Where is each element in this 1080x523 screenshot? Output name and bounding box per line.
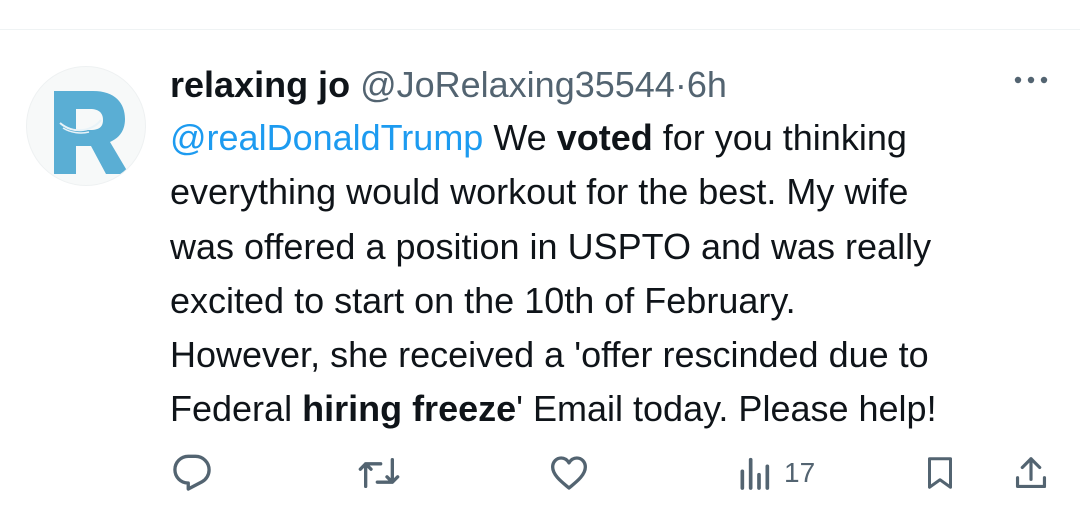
- tweet-time[interactable]: 6h: [687, 64, 727, 105]
- bookmark-button[interactable]: [922, 445, 958, 501]
- avatar[interactable]: [26, 66, 146, 186]
- tweet-text-segment: Federal: [170, 388, 303, 430]
- tweet-line-6: Federal hiring freeze' Email today. Plea…: [170, 382, 1060, 436]
- tweet-line-3: was offered a position in USPTO and was …: [170, 225, 932, 267]
- tweet-text-segment: ' Email today. Please help!: [516, 388, 937, 430]
- tweet-line-2: everything would workout for the best. M…: [170, 171, 909, 213]
- separator-dot: ·: [674, 64, 687, 105]
- views-bar-chart-icon: [740, 457, 770, 490]
- reply-icon: [173, 454, 211, 491]
- tweet-text-bold: voted: [556, 117, 653, 158]
- tweet-text-bold: hiring freeze: [302, 388, 517, 430]
- reply-button[interactable]: [172, 445, 212, 501]
- top-divider: [0, 29, 1080, 30]
- mention-link[interactable]: @realDonaldTrump: [170, 117, 483, 158]
- views-button[interactable]: 17: [734, 445, 815, 501]
- more-button[interactable]: [1010, 64, 1052, 96]
- tweet-text-segment: for you thinking: [652, 117, 907, 158]
- tweet-line-5: However, she received a 'offer rescinded…: [170, 334, 929, 376]
- more-dots-icon: [1014, 76, 1048, 84]
- like-button[interactable]: [548, 445, 590, 501]
- tweet-line-4: excited to start on the 10th of February…: [170, 279, 796, 321]
- retweet-button[interactable]: [357, 445, 401, 501]
- letter-r-logo-icon: [54, 91, 129, 174]
- retweet-icon: [358, 458, 400, 488]
- author-name[interactable]: relaxing jo: [170, 64, 350, 105]
- views-count: 17: [784, 457, 816, 488]
- tweet-text: @realDonaldTrump We voted for you thinki…: [170, 111, 1060, 437]
- bookmark-icon: [928, 457, 952, 489]
- tweet-actions: 17: [0, 445, 1080, 501]
- tweet-line-1: @realDonaldTrump We voted for you thinki…: [170, 111, 1060, 165]
- heart-icon: [551, 456, 587, 490]
- author-handle[interactable]: @JoRelaxing35544: [360, 64, 675, 105]
- share-icon: [1015, 457, 1047, 489]
- tweet-header: relaxing jo @JoRelaxing35544·6h: [170, 60, 727, 110]
- tweet-text-segment: We: [483, 117, 557, 158]
- share-button[interactable]: [1012, 445, 1050, 501]
